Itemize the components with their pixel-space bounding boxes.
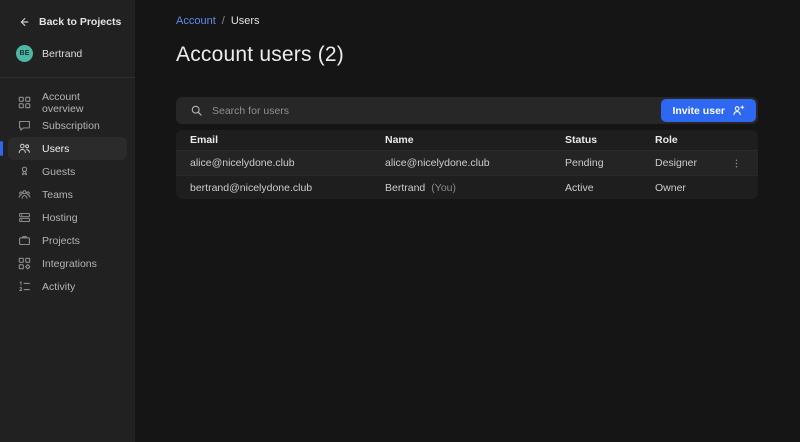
sidebar-item-label: Hosting xyxy=(42,212,78,224)
sidebar-item-label: Users xyxy=(42,143,69,155)
search-input[interactable] xyxy=(212,97,661,124)
invite-user-label: Invite user xyxy=(672,105,725,117)
integrations-icon xyxy=(18,257,31,270)
sidebar-item-label: Guests xyxy=(42,166,75,178)
table-row: bertrand@nicelydone.club Bertrand(You) A… xyxy=(176,175,758,199)
briefcase-icon xyxy=(18,234,31,247)
cell-name: alice@nicelydone.club xyxy=(385,157,565,169)
sidebar: Back to Projects BE Bertrand Account ove… xyxy=(0,0,135,442)
toolbar: Invite user xyxy=(176,97,758,124)
guest-badge-icon xyxy=(18,165,31,178)
breadcrumb-account-link[interactable]: Account xyxy=(176,15,216,27)
sidebar-item-label: Subscription xyxy=(42,120,100,132)
user-plus-icon xyxy=(732,104,745,117)
back-to-projects-button[interactable]: Back to Projects xyxy=(0,0,135,28)
account-name: Bertrand xyxy=(42,48,82,60)
sidebar-item-guests[interactable]: Guests xyxy=(8,160,127,183)
back-to-projects-label: Back to Projects xyxy=(39,16,121,28)
sidebar-item-label: Teams xyxy=(42,189,73,201)
search-box xyxy=(190,97,661,124)
invite-user-button[interactable]: Invite user xyxy=(661,99,756,122)
page-title: Account users (2) xyxy=(176,43,800,67)
sidebar-item-integrations[interactable]: Integrations xyxy=(8,252,127,275)
sidebar-nav: Account overview Subscription Users Gues… xyxy=(0,78,135,298)
sidebar-item-label: Integrations xyxy=(42,258,97,270)
sidebar-item-account-overview[interactable]: Account overview xyxy=(8,91,127,114)
back-arrow-icon xyxy=(18,16,30,28)
sidebar-item-users[interactable]: Users xyxy=(8,137,127,160)
breadcrumb: Account / Users xyxy=(176,0,800,27)
cell-email: alice@nicelydone.club xyxy=(190,157,385,169)
sidebar-item-activity[interactable]: Activity xyxy=(8,275,127,298)
cell-name: Bertrand(You) xyxy=(385,182,565,194)
table-row: alice@nicelydone.club alice@nicelydone.c… xyxy=(176,151,758,175)
main-content: Account / Users Account users (2) Invite… xyxy=(135,0,800,442)
search-icon xyxy=(190,104,203,117)
sidebar-item-label: Projects xyxy=(42,235,80,247)
cell-email: bertrand@nicelydone.club xyxy=(190,182,385,194)
sidebar-item-projects[interactable]: Projects xyxy=(8,229,127,252)
column-header-email: Email xyxy=(190,134,385,146)
account-switcher[interactable]: BE Bertrand xyxy=(0,28,135,77)
row-actions-kebab-icon[interactable] xyxy=(728,155,744,171)
sidebar-item-label: Activity xyxy=(42,281,75,293)
column-header-role: Role xyxy=(655,134,728,146)
breadcrumb-separator: / xyxy=(222,15,225,27)
column-header-name: Name xyxy=(385,134,565,146)
users-icon xyxy=(18,142,31,155)
breadcrumb-current: Users xyxy=(231,15,260,27)
cell-role: Owner xyxy=(655,182,728,194)
activity-list-icon xyxy=(18,280,31,293)
sidebar-item-hosting[interactable]: Hosting xyxy=(8,206,127,229)
cell-status: Pending xyxy=(565,157,655,169)
sidebar-item-teams[interactable]: Teams xyxy=(8,183,127,206)
cell-status: Active xyxy=(565,182,655,194)
cell-role: Designer xyxy=(655,157,728,169)
table-header-row: Email Name Status Role xyxy=(176,130,758,151)
avatar: BE xyxy=(16,45,33,62)
grid-icon xyxy=(18,96,31,109)
sidebar-item-subscription[interactable]: Subscription xyxy=(8,114,127,137)
comment-icon xyxy=(18,119,31,132)
sidebar-item-label: Account overview xyxy=(42,91,121,115)
users-table: Email Name Status Role alice@nicelydone.… xyxy=(176,130,758,199)
server-icon xyxy=(18,211,31,224)
teams-icon xyxy=(18,188,31,201)
column-header-status: Status xyxy=(565,134,655,146)
